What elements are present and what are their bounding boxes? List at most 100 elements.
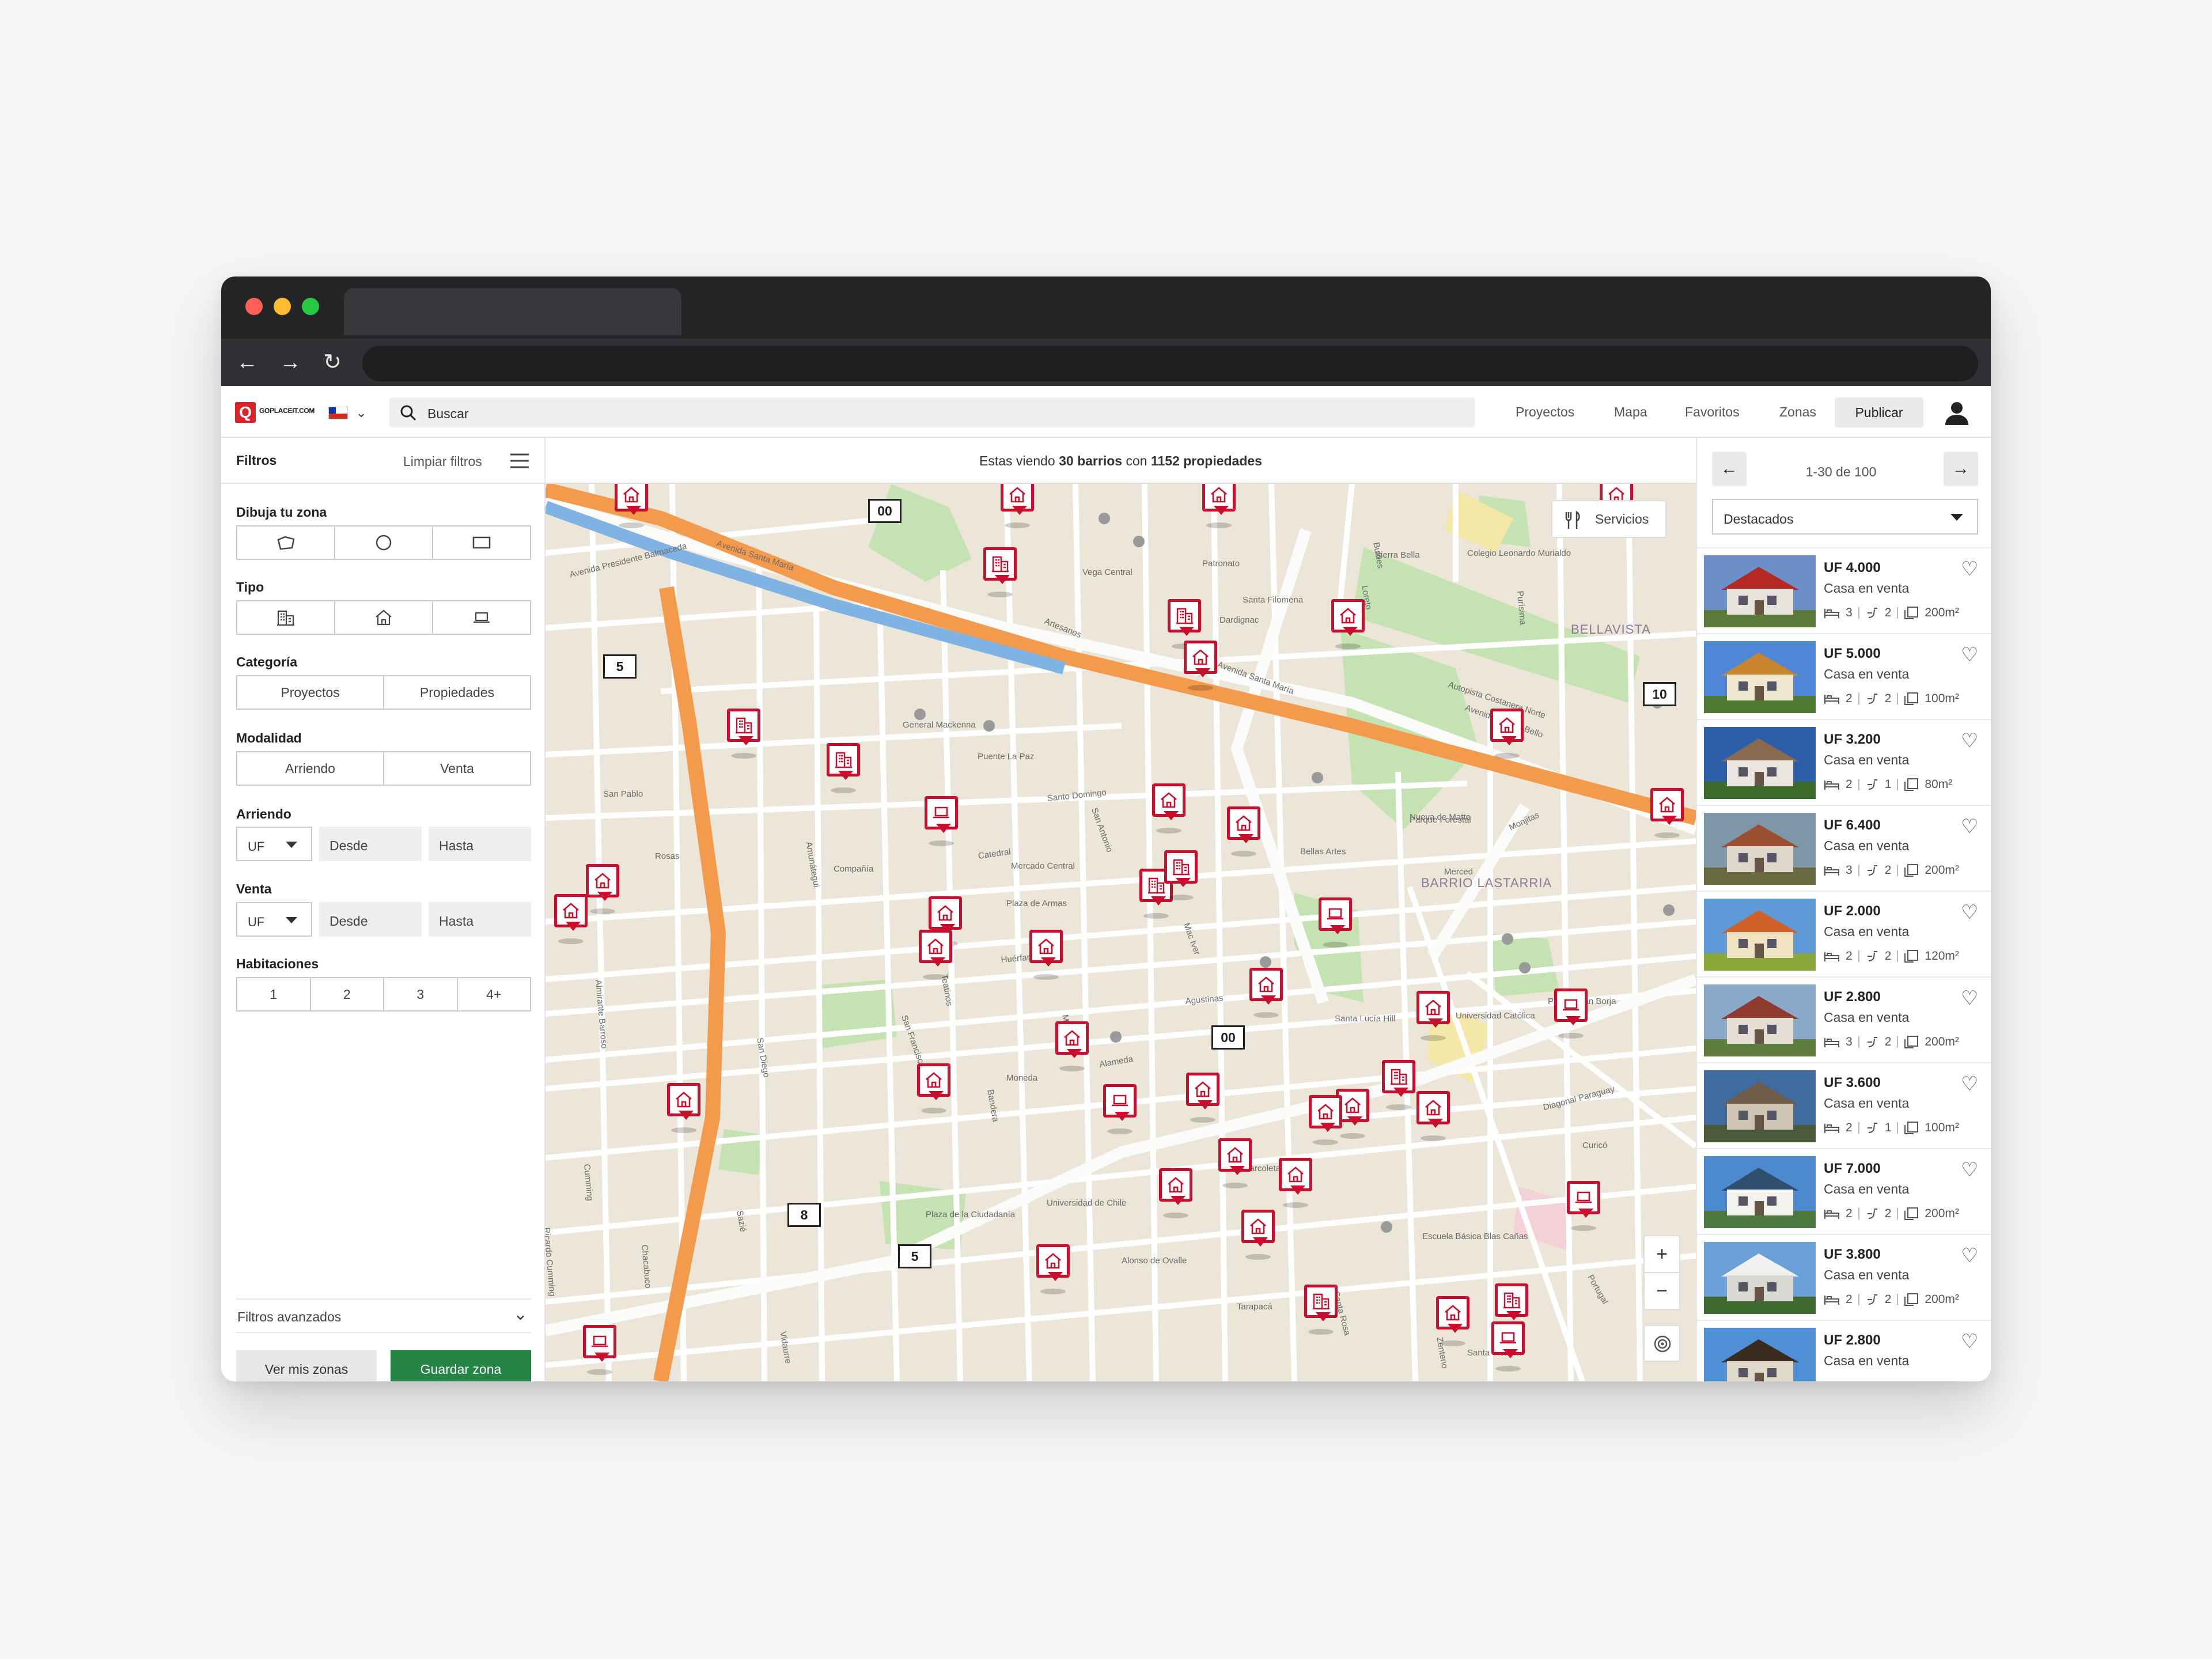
logo-text[interactable]: GOPLACEIT.COM (259, 407, 315, 415)
close-window-dot[interactable] (245, 298, 263, 315)
property-pin[interactable] (1186, 1073, 1219, 1123)
property-pin[interactable] (1382, 1060, 1415, 1110)
rent-from-input[interactable]: Desde (319, 827, 422, 861)
category-projects-button[interactable]: Proyectos (237, 676, 384, 709)
property-photo[interactable] (1704, 641, 1816, 713)
heart-icon[interactable]: ♡ (1961, 1330, 1978, 1353)
result-card[interactable]: UF 3.800 Casa en venta ♡ 2 2 200m² (1697, 1234, 1991, 1320)
result-card[interactable]: UF 4.000 Casa en venta ♡ 3 2 200m² (1697, 547, 1991, 633)
logo-icon[interactable]: Q (235, 402, 256, 423)
type-house-button[interactable] (335, 601, 433, 634)
type-building-button[interactable] (237, 601, 335, 634)
advanced-filters-toggle[interactable]: Filtros avanzados ⌄ (236, 1298, 531, 1333)
property-pin[interactable] (827, 743, 860, 793)
property-pin[interactable] (1495, 1283, 1528, 1334)
heart-icon[interactable]: ♡ (1961, 558, 1978, 581)
sale-to-input[interactable]: Hasta (429, 902, 531, 937)
mode-rent-button[interactable]: Arriendo (237, 752, 384, 785)
nav-favoritos[interactable]: Favoritos (1685, 386, 1740, 438)
sale-from-input[interactable]: Desde (319, 902, 422, 937)
property-pin[interactable] (1152, 783, 1185, 834)
result-card[interactable]: UF 2.000 Casa en venta ♡ 2 2 120m² (1697, 891, 1991, 976)
zoom-out-button[interactable]: − (1645, 1273, 1679, 1310)
property-pin[interactable] (1164, 850, 1198, 900)
cluster-marker[interactable]: 8 (787, 1203, 821, 1227)
heart-icon[interactable]: ♡ (1961, 1073, 1978, 1096)
property-pin[interactable] (586, 864, 619, 914)
property-pin[interactable] (1554, 988, 1588, 1039)
clear-filters-link[interactable]: Limpiar filtros (403, 454, 482, 469)
property-photo[interactable] (1704, 1070, 1816, 1142)
type-office-button[interactable] (433, 601, 530, 634)
result-card[interactable]: UF 6.400 Casa en venta ♡ 3 2 200m² (1697, 805, 1991, 891)
cluster-marker[interactable]: 00 (868, 499, 902, 523)
cluster-marker[interactable]: 10 (1643, 682, 1676, 706)
property-pin[interactable] (919, 930, 952, 980)
property-pin[interactable] (1436, 1296, 1469, 1346)
nav-proyectos[interactable]: Proyectos (1516, 386, 1574, 438)
arrow-right-icon[interactable]: → (1944, 452, 1978, 486)
rooms-4plus-button[interactable]: 4+ (458, 978, 531, 1010)
sale-currency-select[interactable]: UF (236, 902, 312, 937)
heart-icon[interactable]: ♡ (1961, 729, 1978, 752)
reload-icon[interactable]: ↻ (319, 349, 346, 376)
result-card[interactable]: UF 3.200 Casa en venta ♡ 2 1 80m² (1697, 719, 1991, 805)
heart-icon[interactable]: ♡ (1961, 987, 1978, 1010)
cluster-marker[interactable]: 5 (603, 654, 637, 679)
maximize-window-dot[interactable] (302, 298, 319, 315)
rent-currency-select[interactable]: UF (236, 827, 312, 861)
arrow-left-icon[interactable]: ← (1712, 452, 1747, 486)
circle-tool-button[interactable] (335, 527, 433, 559)
hamburger-icon[interactable] (509, 452, 530, 470)
property-pin[interactable] (1218, 1138, 1252, 1188)
heart-icon[interactable]: ♡ (1961, 815, 1978, 838)
property-pin[interactable] (929, 896, 962, 946)
map-area[interactable]: Estas viendo 30 barrios con 1152 propied… (546, 438, 1696, 1381)
property-pin[interactable] (1227, 806, 1260, 857)
user-icon[interactable] (1943, 399, 1971, 426)
rooms-1-button[interactable]: 1 (237, 978, 311, 1010)
result-card[interactable]: UF 2.800 Casa en venta ♡ 3 2 200m² (1697, 976, 1991, 1062)
zoom-in-button[interactable]: + (1645, 1236, 1679, 1273)
property-pin[interactable] (925, 796, 958, 846)
rooms-3-button[interactable]: 3 (384, 978, 458, 1010)
category-properties-button[interactable]: Propiedades (384, 676, 530, 709)
property-pin[interactable] (983, 547, 1017, 597)
property-pin[interactable] (1055, 1021, 1089, 1071)
heart-icon[interactable]: ♡ (1961, 901, 1978, 924)
result-card[interactable]: UF 2.800 Casa en venta ♡ (1697, 1320, 1991, 1381)
property-pin[interactable] (1103, 1084, 1137, 1134)
property-photo[interactable] (1704, 555, 1816, 627)
sort-select[interactable]: Destacados (1712, 499, 1978, 535)
property-pin[interactable] (1168, 599, 1201, 649)
rectangle-tool-button[interactable] (433, 527, 530, 559)
property-pin[interactable] (583, 1325, 616, 1375)
property-pin[interactable] (1304, 1285, 1338, 1335)
property-pin[interactable] (917, 1063, 950, 1113)
property-pin[interactable] (1319, 897, 1352, 948)
heart-icon[interactable]: ♡ (1961, 643, 1978, 666)
save-zone-button[interactable]: Guardar zona (391, 1350, 531, 1381)
property-pin[interactable] (1650, 788, 1684, 838)
result-card[interactable]: UF 5.000 Casa en venta ♡ 2 2 100m² (1697, 633, 1991, 719)
back-arrow-icon[interactable]: ← (234, 349, 260, 376)
chile-flag-icon[interactable] (328, 407, 348, 419)
property-pin[interactable] (1241, 1210, 1275, 1260)
nav-zonas[interactable]: Zonas (1779, 386, 1816, 438)
property-pin[interactable] (1036, 1244, 1070, 1294)
property-pin[interactable] (1159, 1168, 1192, 1218)
rent-to-input[interactable]: Hasta (429, 827, 531, 861)
heart-icon[interactable]: ♡ (1961, 1158, 1978, 1181)
property-photo[interactable] (1704, 1156, 1816, 1228)
address-bar[interactable] (362, 346, 1978, 381)
mode-sale-button[interactable]: Venta (384, 752, 530, 785)
property-pin[interactable] (1416, 1091, 1450, 1141)
result-card[interactable]: UF 7.000 Casa en venta ♡ 2 2 200m² (1697, 1148, 1991, 1234)
property-pin[interactable] (1184, 641, 1217, 691)
result-card[interactable]: UF 3.600 Casa en venta ♡ 2 1 100m² (1697, 1062, 1991, 1148)
property-pin[interactable] (1279, 1158, 1312, 1208)
property-photo[interactable] (1704, 813, 1816, 885)
property-pin[interactable] (1490, 709, 1524, 759)
my-zones-button[interactable]: Ver mis zonas (236, 1350, 377, 1381)
publish-button[interactable]: Publicar (1835, 397, 1923, 427)
